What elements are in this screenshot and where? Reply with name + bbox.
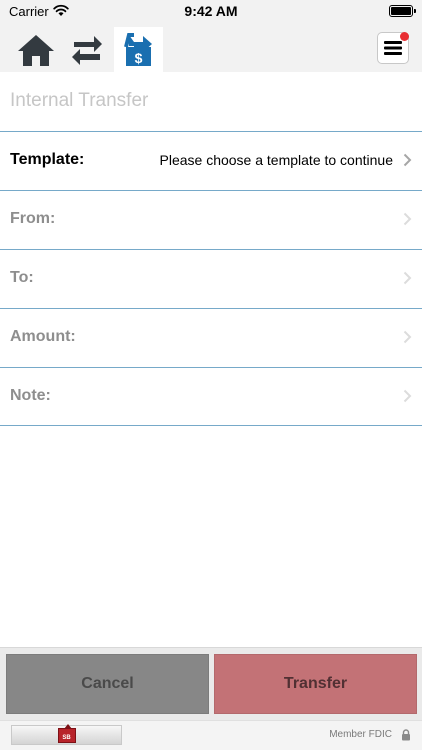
notification-badge: [400, 32, 409, 41]
to-label: To:: [10, 269, 34, 286]
hamburger-menu-icon: [384, 41, 402, 55]
from-label: From:: [10, 210, 56, 227]
clock: 9:42 AM: [184, 3, 238, 19]
top-nav-bar: $: [0, 24, 422, 72]
home-icon: [18, 34, 54, 66]
transfer-button[interactable]: Transfer: [214, 654, 417, 714]
transfer-dollar-icon: $: [123, 32, 152, 66]
page-title: Internal Transfer: [10, 90, 149, 111]
amount-row[interactable]: Amount:: [0, 308, 422, 367]
battery-icon: [389, 5, 416, 17]
template-label: Template:: [10, 151, 85, 168]
chevron-right-icon: [403, 271, 412, 285]
nav-home-button[interactable]: [13, 27, 59, 72]
svg-text:$: $: [134, 50, 142, 66]
bank-logo-text: SB: [62, 734, 71, 741]
status-bar: Carrier 9:42 AM: [0, 0, 422, 24]
template-row[interactable]: Template: Please choose a template to co…: [0, 131, 422, 190]
swap-arrows-icon: [72, 35, 102, 65]
note-label: Note:: [10, 387, 51, 404]
to-row[interactable]: To:: [0, 249, 422, 308]
footer: SB Member FDIC: [0, 720, 422, 750]
form-divider: [0, 425, 422, 426]
note-row[interactable]: Note:: [0, 367, 422, 426]
chevron-right-icon: [403, 212, 412, 226]
template-value: Please choose a template to continue: [159, 152, 394, 168]
nav-transfer-tab[interactable]: $: [114, 27, 163, 72]
chevron-right-icon: [403, 153, 412, 167]
chevron-right-icon: [403, 389, 412, 403]
nav-swap-button[interactable]: [64, 27, 110, 72]
bank-logo: SB: [11, 723, 122, 745]
chevron-right-icon: [403, 330, 412, 344]
action-bar: Cancel Transfer: [0, 647, 422, 720]
lock-icon: [402, 729, 410, 741]
cancel-button[interactable]: Cancel: [6, 654, 209, 714]
amount-label: Amount:: [10, 328, 76, 345]
from-row[interactable]: From:: [0, 190, 422, 249]
member-fdic-text: Member FDIC: [329, 729, 392, 740]
bank-logo-mark: SB: [57, 723, 76, 743]
